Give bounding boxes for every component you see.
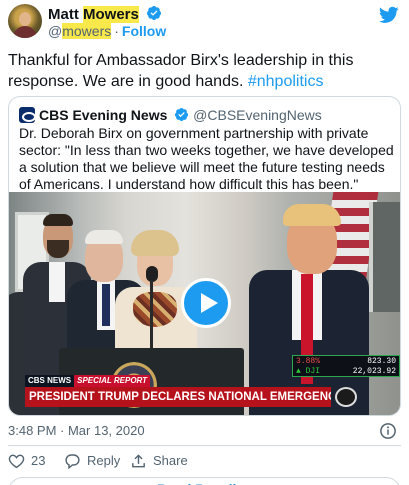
handle-highlight: mowers	[62, 23, 112, 39]
heart-icon	[8, 454, 25, 469]
follow-button[interactable]: Follow	[122, 23, 166, 39]
avatar-body	[13, 26, 37, 38]
separator-dot: ·	[114, 23, 119, 39]
network-tag: CBS NEWS	[25, 375, 75, 387]
special-report-tag: SPECIAL REPORT	[74, 375, 151, 387]
share-label: Share	[153, 453, 188, 468]
verified-icon	[175, 107, 189, 122]
share-button[interactable]: Share	[130, 452, 188, 470]
author-name[interactable]: Matt Mowers	[48, 5, 162, 23]
twitter-bird-icon[interactable]	[379, 6, 399, 24]
video-player[interactable]: 3.88% 823.30 ▲ DJI 22,023.92 CBS NEWS SPECI…	[9, 192, 400, 415]
quoted-tweet[interactable]: CBS Evening News @CBSEveningNews Dr. Deb…	[8, 96, 401, 416]
news-headline: PRESIDENT TRUMP DECLARES NATIONAL EMERGE…	[25, 387, 331, 407]
verified-icon	[147, 6, 162, 20]
avatar-face	[19, 12, 31, 26]
play-button[interactable]	[181, 278, 231, 328]
like-count: 23	[31, 453, 46, 468]
author-name-first: Matt	[48, 6, 83, 23]
share-icon	[132, 454, 145, 468]
news-tag: CBS NEWS SPECIAL REPORT	[25, 375, 151, 387]
cbs-eye-logo-icon	[335, 387, 357, 407]
author-handle[interactable]: @mowers	[48, 23, 112, 39]
ticker-pct: 3.88%	[296, 357, 321, 366]
quoted-tweet-header: CBS Evening News @CBSEveningNews	[19, 106, 322, 124]
lower-third: CBS NEWS SPECIAL REPORT PRESIDENT TRUMP D…	[9, 375, 400, 415]
tweet-text: Thankful for Ambassador Birx's leadershi…	[8, 50, 403, 92]
ticker-pts: 823.30	[367, 357, 396, 366]
cbs-logo-icon	[19, 107, 36, 123]
hashtag-link[interactable]: #nhpolitics	[248, 73, 324, 90]
info-icon[interactable]	[379, 422, 397, 440]
handle-at: @	[48, 23, 63, 39]
read-replies-button[interactable]: Read 5 replies	[8, 477, 401, 485]
reply-label: Reply	[87, 453, 121, 468]
tweet-timestamp[interactable]: 3:48 PM · Mar 13, 2020	[8, 423, 145, 439]
ticker-row-1: 3.88% 823.30	[296, 357, 396, 367]
like-button[interactable]: 23	[8, 452, 45, 470]
divider	[8, 445, 401, 446]
quoted-author-name: CBS Evening News	[39, 107, 168, 123]
tweet-header: Matt Mowers @mowers · Follow	[0, 0, 409, 42]
reply-icon	[65, 454, 80, 469]
reply-button[interactable]: Reply	[64, 452, 120, 470]
avatar[interactable]	[8, 4, 42, 38]
author-name-highlight: Mowers	[83, 6, 139, 23]
video-window-right	[369, 202, 400, 312]
quoted-author-handle: @CBSEveningNews	[193, 107, 322, 123]
author-handle-row: @mowers · Follow	[48, 23, 166, 39]
stock-ticker: 3.88% 823.30 ▲ DJI 22,023.92	[292, 355, 400, 377]
